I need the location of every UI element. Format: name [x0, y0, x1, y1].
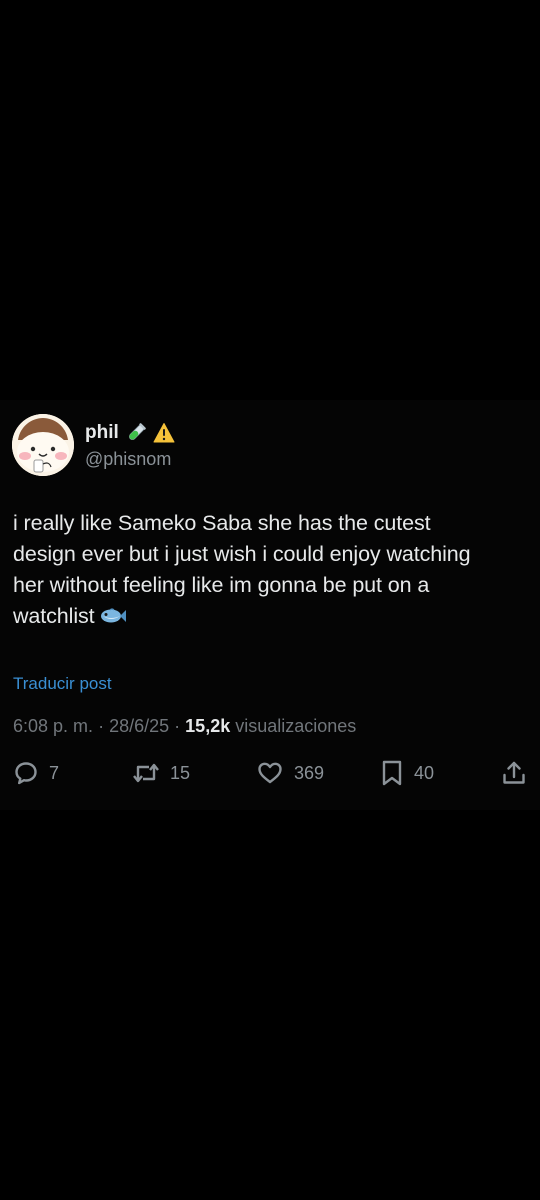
post-body-line: her without feeling like im gonna be put… — [13, 573, 430, 597]
reply-icon — [13, 760, 39, 786]
bookmark-button[interactable]: 40 — [380, 758, 434, 788]
avatar[interactable] — [12, 414, 74, 476]
handle[interactable]: @phisnom — [85, 446, 175, 472]
name-row: phil — [85, 420, 175, 446]
share-icon — [501, 760, 527, 786]
post-body: i really like Sameko Saba she has the cu… — [13, 508, 528, 632]
post-header: phil @phisnom — [12, 414, 512, 478]
repost-count: 15 — [170, 763, 191, 783]
views-label: visualizaciones — [235, 716, 357, 736]
reply-count: 7 — [49, 763, 60, 783]
bookmark-count: 40 — [414, 763, 435, 783]
bookmark-icon — [380, 759, 404, 787]
translate-link[interactable]: Traducir post — [13, 672, 112, 696]
post-body-line: design ever but i just wish i could enjo… — [13, 542, 471, 566]
repost-button[interactable]: 15 — [132, 758, 190, 788]
views-count: 15,2k — [185, 716, 231, 736]
post-body-line: watchlist — [13, 604, 95, 628]
repost-icon — [132, 760, 160, 786]
display-name[interactable]: phil — [85, 420, 119, 446]
post-body-line-last: watchlist — [13, 601, 528, 632]
post-time[interactable]: 6:08 p. m. — [13, 716, 93, 736]
like-button[interactable]: 369 — [256, 758, 324, 788]
meta-separator: · — [174, 716, 181, 736]
reply-button[interactable]: 7 — [13, 758, 59, 788]
meta-separator: · — [98, 716, 105, 736]
post-body-line: i really like Sameko Saba she has the cu… — [13, 511, 431, 535]
post-date[interactable]: 28/6/25 — [109, 716, 169, 736]
like-count: 369 — [294, 763, 325, 783]
heart-icon — [256, 760, 284, 786]
test-tube-icon — [125, 422, 147, 444]
author-info: phil @phisnom — [85, 420, 175, 472]
fish-icon — [99, 604, 127, 624]
share-button[interactable] — [501, 758, 527, 788]
action-bar: 7 15 369 40 — [0, 758, 540, 788]
avatar-illustration — [12, 414, 74, 476]
post-meta: 6:08 p. m. · 28/6/25 · 15,2k visualizaci… — [13, 714, 356, 738]
warning-icon — [153, 422, 175, 444]
post: phil @phisnom i really like Sameko Saba … — [0, 400, 540, 810]
